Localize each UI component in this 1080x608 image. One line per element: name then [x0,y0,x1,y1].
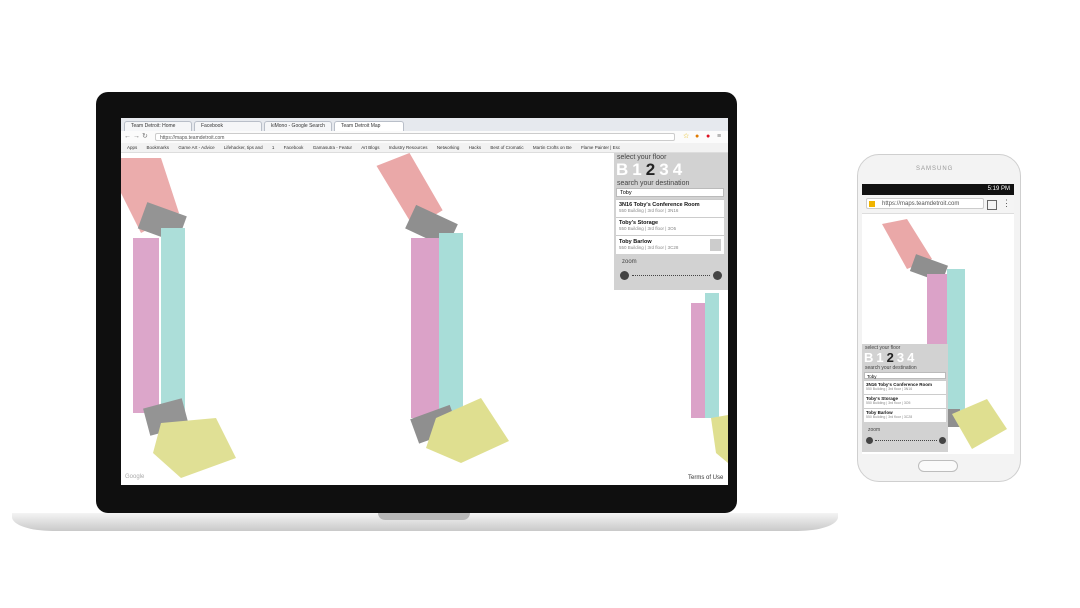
laptop-screen: Team Detroit: Home Facebook kiMono - Goo… [121,118,728,485]
floor-b-button[interactable]: B [864,350,876,365]
result-subtitle: 550 Building | 3rd floor | 3C28 [619,245,679,250]
bookmark-item[interactable]: Industry Resources [389,143,428,152]
yellow-wing [153,418,236,478]
phone-home-button[interactable] [918,460,958,472]
floor-2-button[interactable]: 2 [646,160,659,180]
forward-icon[interactable]: → [133,133,140,141]
floor-3-button[interactable]: 3 [897,350,907,365]
bookmark-item[interactable]: Best of Cromatic [490,143,523,152]
tab-strip: Team Detroit: Home Facebook kiMono - Goo… [121,118,728,131]
tab-google-search[interactable]: kiMono - Google Search [264,121,332,131]
result-item[interactable]: 3N16 Toby's Conference Room 550 Building… [864,380,946,394]
bookmark-item[interactable]: Facebook [284,143,304,152]
avatar [710,239,721,251]
bookmark-item[interactable]: Gamasutra - Featur [313,143,352,152]
floor-4-button[interactable]: 4 [673,160,686,180]
tabs-icon[interactable] [987,200,997,210]
result-item[interactable]: Toby Barlow 550 Building | 3rd floor | 3… [616,235,724,254]
teal-wing [161,228,185,413]
page-icon [869,201,875,207]
phone-brand: SAMSUNG [916,166,954,172]
overflow-menu-icon[interactable]: ⋮ [1002,198,1011,209]
search-destination-label: search your destination [617,180,690,187]
bookmark-item[interactable]: Art Blogs [361,143,379,152]
floor-1-button[interactable]: 1 [632,160,645,180]
mobile-url-field[interactable]: https://maps.teamdetroit.com [866,198,984,209]
result-item[interactable]: Toby's Storage 550 Building | 3rd floor … [616,217,724,235]
result-subtitle: 550 Building | 3rd floor | 3O5 [866,401,911,405]
phone-screen: 5:19 PM https://maps.teamdetroit.com ⋮ s… [862,184,1014,454]
back-icon[interactable]: ← [124,133,131,141]
zoom-track[interactable] [632,275,710,276]
laptop-notch [378,513,470,520]
extension-icon[interactable]: ● [695,133,699,141]
terms-link[interactable]: Terms of Use [688,475,723,481]
result-item[interactable]: Toby's Storage 550 Building | 3rd floor … [864,394,946,408]
mobile-search-input[interactable]: Toby [864,372,946,379]
mobile-search-label: search your destination [865,365,917,371]
result-subtitle: 550 Building | 3rd floor | 3C28 [866,415,913,419]
bookmark-item[interactable]: Apps [127,143,137,152]
zoom-out-button[interactable] [866,437,873,444]
result-subtitle: 550 Building | 3rd floor | 3N16 [619,208,679,213]
building-right [691,293,728,463]
result-item[interactable]: Toby Barlow 550 Building | 3rd floor | 3… [864,408,946,422]
status-bar: 5:19 PM [862,184,1014,195]
bookmark-item[interactable]: Flame Painter | Esc [581,143,620,152]
bookmark-item[interactable]: Game Art - Advice [178,143,214,152]
status-time: 5:19 PM [987,186,1010,192]
building-center [376,152,509,463]
floor-2-button[interactable]: 2 [887,350,897,365]
zoom-track[interactable] [875,440,937,441]
mobile-floor-panel: select your floor B1234 search your dest… [862,344,948,452]
mobile-zoom-slider[interactable] [866,437,946,445]
bookmark-item[interactable]: Hacks [469,143,482,152]
reload-icon[interactable]: ↻ [142,133,148,141]
floor-3-button[interactable]: 3 [659,160,672,180]
magenta-wing [133,238,159,413]
floor-panel: select your floor B1234 search your dest… [614,153,728,290]
building-left [121,158,236,478]
google-logo: Google [125,474,145,480]
zoom-out-button[interactable] [620,271,629,280]
zoom-slider[interactable] [620,270,722,282]
floor-selector: B1234 [616,160,686,180]
floor-b-button[interactable]: B [616,160,632,180]
tab-team-detroit-map[interactable]: Team Detroit Map [334,121,404,131]
bookmark-item[interactable]: Lifehacker, tips and [224,143,263,152]
bookmark-item[interactable]: Martin Crofts on Be [533,143,572,152]
floor-4-button[interactable]: 4 [907,350,917,365]
tab-facebook[interactable]: Facebook [194,121,262,131]
result-item[interactable]: 3N16 Toby's Conference Room 550 Building… [616,199,724,217]
mobile-zoom-label: zoom [868,427,881,433]
bookmarks-bar: Apps Bookmarks Game Art - Advice Lifehac… [121,143,728,153]
bookmark-item[interactable]: Networking [437,143,460,152]
mobile-floor-selector: B1234 [864,350,917,365]
star-icon[interactable]: ☆ [683,133,689,141]
bookmark-item[interactable]: 1 [272,143,275,152]
result-subtitle: 550 Building | 3rd floor | 3N16 [866,387,913,391]
zoom-label: zoom [622,259,637,265]
search-input[interactable]: Toby [616,188,724,197]
floor-map[interactable]: select your floor B1234 search your dest… [121,152,728,485]
zoom-in-button[interactable] [713,271,722,280]
mobile-address-bar: https://maps.teamdetroit.com ⋮ [862,195,1014,214]
tab-team-detroit-home[interactable]: Team Detroit: Home [124,121,192,131]
bookmark-item[interactable]: Bookmarks [147,143,170,152]
zoom-in-button[interactable] [939,437,946,444]
pinterest-icon[interactable]: ● [706,133,710,141]
menu-icon[interactable]: ≡ [717,133,721,141]
floor-1-button[interactable]: 1 [876,350,886,365]
result-subtitle: 550 Building | 3rd floor | 3O5 [619,226,677,231]
url-field[interactable]: https://maps.teamdetroit.com [155,133,675,141]
